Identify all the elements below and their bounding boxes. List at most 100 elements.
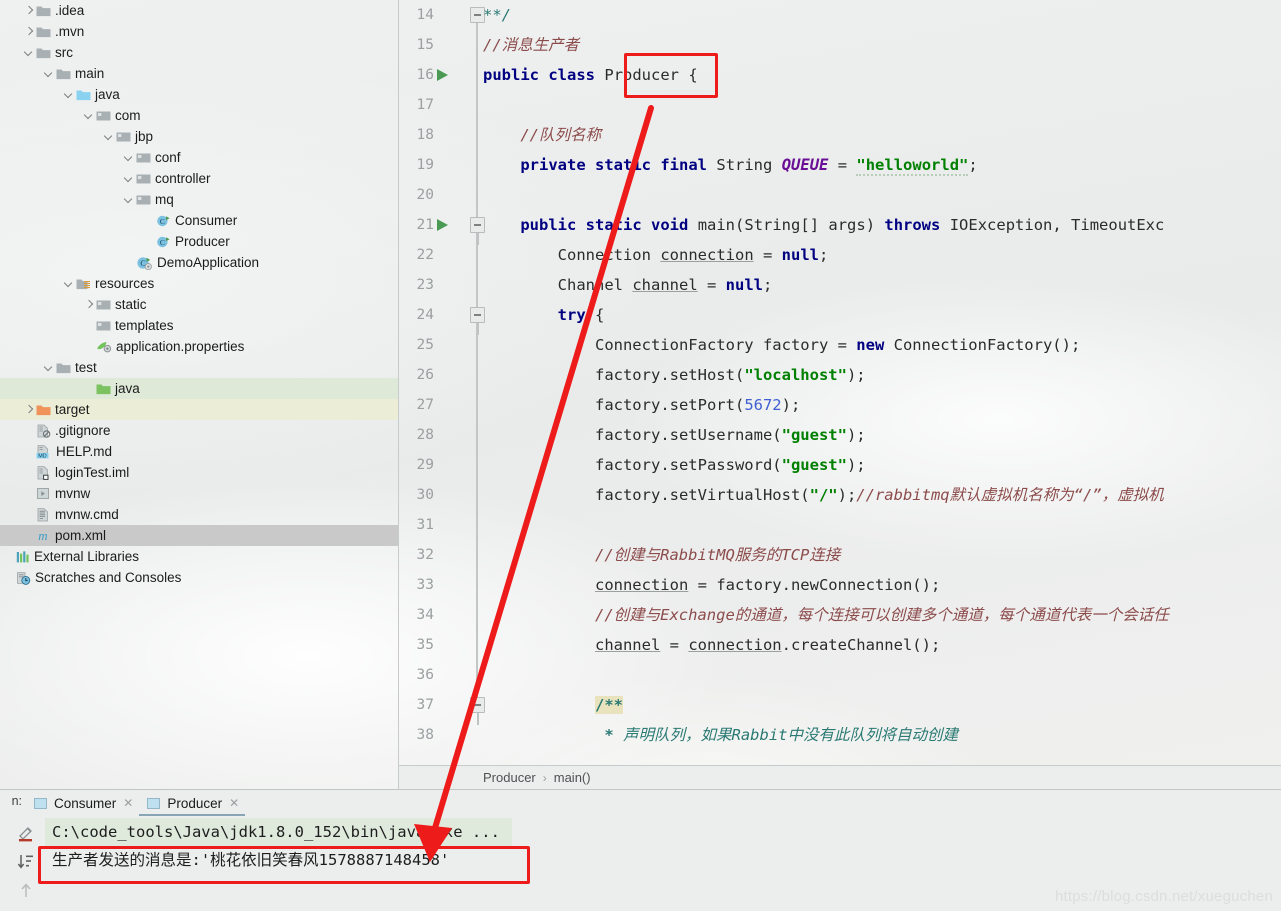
tree-item-templates[interactable]: templates	[0, 315, 399, 336]
chevron-right-icon[interactable]	[22, 403, 35, 416]
code-line-26[interactable]: factory.setHost("localhost");	[483, 360, 866, 390]
chevron-down-icon[interactable]	[122, 151, 135, 164]
chevron-right-icon: ›	[542, 770, 547, 785]
run-tab-consumer[interactable]: Consumer ✕	[26, 790, 139, 816]
tree-item-controller[interactable]: controller	[0, 168, 399, 189]
chevron-down-icon[interactable]	[102, 130, 115, 143]
code-line-37[interactable]: /**	[483, 690, 623, 720]
tree-item-conf[interactable]: conf	[0, 147, 399, 168]
project-tree-panel[interactable]: .idea .mvn src main java com jbp conf controller…	[0, 0, 399, 789]
tree-item-main[interactable]: main	[0, 63, 399, 84]
tree-item-test[interactable]: test	[0, 357, 399, 378]
chevron-down-icon[interactable]	[42, 361, 55, 374]
code-line-30[interactable]: factory.setVirtualHost("/");//rabbitmq默认…	[483, 480, 1164, 510]
code-line-25[interactable]: ConnectionFactory factory = new Connecti…	[483, 330, 1080, 360]
code-token-null: null	[781, 246, 819, 264]
tree-item-mvnw[interactable]: mvnw	[0, 483, 399, 504]
tree-item-producer[interactable]: C Producer	[0, 231, 399, 252]
tree-item-idea[interactable]: .idea	[0, 0, 399, 21]
code-line-24[interactable]: try {	[483, 300, 605, 330]
sort-icon[interactable]	[17, 853, 35, 871]
code-line-27[interactable]: factory.setPort(5672);	[483, 390, 800, 420]
editor-gutter[interactable]: 14 15 16 17 18 19 20 21 22 23 24 25 26 27 28 29 30 31 32 33…	[399, 0, 485, 765]
code-token-field-queue: QUEUE	[781, 156, 829, 174]
run-gutter-icon-line-16[interactable]	[437, 60, 451, 90]
tree-item-consumer[interactable]: C Consumer	[0, 210, 399, 231]
code-line-38[interactable]: * 声明队列，如果Rabbit中没有此队列将自动创建	[483, 720, 958, 750]
code-token-timeoutexception: TimeoutExc	[1071, 216, 1165, 234]
tree-item-logintest-iml[interactable]: loginTest.iml	[0, 462, 399, 483]
tree-item-target[interactable]: target	[0, 399, 399, 420]
code-line-19[interactable]: private static final String QUEUE = "hel…	[483, 150, 978, 180]
code-line-15[interactable]: //消息生产者	[483, 30, 579, 60]
line-number-23: 23	[416, 277, 434, 293]
tree-item-gitignore[interactable]: .gitignore	[0, 420, 399, 441]
tree-item-label: Consumer	[175, 212, 238, 228]
code-line-34[interactable]: //创建与Exchange的通道，每个连接可以创建多个通道，每个通道代表一个会话…	[483, 600, 1169, 630]
run-tab-producer[interactable]: Producer ✕	[139, 790, 246, 816]
code-token-type-connection: Connection	[557, 246, 651, 264]
code-line-28[interactable]: factory.setUsername("guest");	[483, 420, 866, 450]
code-line-18[interactable]: //队列名称	[483, 120, 601, 150]
code-line-14[interactable]: **/	[483, 0, 511, 30]
code-line-22[interactable]: Connection connection = null;	[483, 240, 829, 270]
code-line-32[interactable]: //创建与RabbitMQ服务的TCP连接	[483, 540, 840, 570]
line-number-38: 38	[416, 727, 434, 743]
chevron-down-icon[interactable]	[82, 109, 95, 122]
tree-item-mq[interactable]: mq	[0, 189, 399, 210]
tree-item-java[interactable]: java	[0, 84, 399, 105]
tree-item-external-libraries[interactable]: External Libraries	[0, 546, 399, 567]
chevron-down-icon[interactable]	[22, 46, 35, 59]
code-token-var-factory: factory	[594, 366, 661, 384]
chevron-down-icon[interactable]	[62, 88, 75, 101]
tree-item-help-md[interactable]: MD HELP.md	[0, 441, 399, 462]
code-line-16[interactable]: public class Producer {	[483, 60, 698, 90]
chevron-right-icon[interactable]	[82, 298, 95, 311]
close-icon[interactable]: ✕	[123, 796, 133, 810]
code-line-35[interactable]: channel = connection.createChannel();	[483, 630, 940, 660]
tree-item-application-properties[interactable]: application.properties	[0, 336, 399, 357]
chevron-right-icon[interactable]	[22, 25, 35, 38]
code-line-21[interactable]: public static void main(String[] args) t…	[483, 210, 1164, 240]
breadcrumb-class[interactable]: Producer	[483, 770, 536, 785]
tree-item-static[interactable]: static	[0, 294, 399, 315]
folder-target-icon	[36, 403, 51, 416]
chevron-down-icon[interactable]	[62, 277, 75, 290]
code-line-23[interactable]: Channel channel = null;	[483, 270, 773, 300]
code-token-var-connection: connection	[660, 246, 754, 264]
code-text-area[interactable]: **/ //消息生产者 public class Producer { //队列…	[477, 0, 1281, 765]
code-token-string-guest: "guest"	[781, 456, 847, 474]
tree-item-demoapplication[interactable]: C DemoApplication	[0, 252, 399, 273]
chevron-right-icon[interactable]	[22, 4, 35, 17]
tree-item-scratches-and-consoles[interactable]: Scratches and Consoles	[0, 567, 399, 588]
run-gutter-icon-line-21[interactable]	[437, 210, 451, 240]
tree-item-jbp[interactable]: jbp	[0, 126, 399, 147]
console-toolbar[interactable]	[10, 820, 42, 911]
scroll-up-icon[interactable]	[17, 882, 35, 900]
tree-item-com[interactable]: com	[0, 105, 399, 126]
tree-item-resources[interactable]: resources	[0, 273, 399, 294]
tree-item-pom-xml[interactable]: m pom.xml	[0, 525, 399, 546]
line-number-35: 35	[416, 637, 434, 653]
chevron-down-icon[interactable]	[122, 172, 135, 185]
tree-item-mvnw-cmd[interactable]: mvnw.cmd	[0, 504, 399, 525]
tree-item-label: src	[55, 44, 73, 60]
code-line-33[interactable]: connection = factory.newConnection();	[483, 570, 940, 600]
close-icon[interactable]: ✕	[229, 796, 239, 810]
rerun-icon[interactable]	[17, 824, 35, 842]
code-line-29[interactable]: factory.setPassword("guest");	[483, 450, 866, 480]
tree-item-src[interactable]: src	[0, 42, 399, 63]
chevron-down-icon[interactable]	[122, 193, 135, 206]
tree-item-label: main	[75, 65, 105, 81]
run-tab-strip[interactable]: Consumer ✕ Producer ✕	[26, 790, 246, 816]
chevron-down-icon[interactable]	[42, 67, 55, 80]
code-token-doc-end: **/	[483, 6, 511, 24]
breadcrumb[interactable]: Producer › main()	[399, 765, 1281, 789]
watermark: https://blog.csdn.net/xueguchen	[1054, 888, 1273, 905]
tree-item-java[interactable]: java	[0, 378, 399, 399]
code-editor[interactable]: 14 15 16 17 18 19 20 21 22 23 24 25 26 27 28 29 30 31 32 33…	[399, 0, 1281, 765]
tree-item-mvn[interactable]: .mvn	[0, 21, 399, 42]
breadcrumb-method[interactable]: main()	[554, 770, 591, 785]
